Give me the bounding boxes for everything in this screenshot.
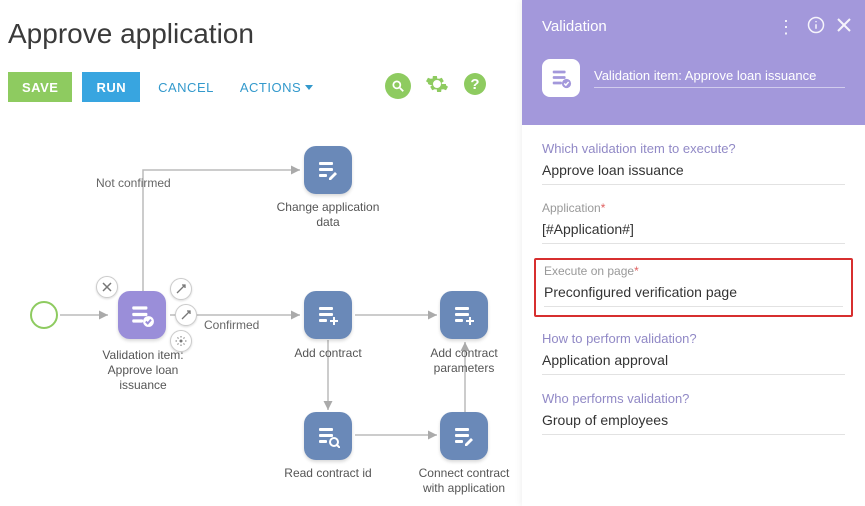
field-application[interactable]: Application* [#Application#] [542, 201, 845, 244]
node-connect-contract-label: Connect contract with application [409, 466, 519, 496]
field-who-performs[interactable]: Who performs validation? Group of employ… [542, 391, 845, 435]
help-icon[interactable]: ? [463, 72, 487, 99]
node-connect-contract[interactable] [440, 412, 488, 460]
node-change-app-label: Change application data [273, 200, 383, 230]
field-label: Execute on page* [544, 264, 843, 278]
search-icon[interactable] [385, 73, 411, 99]
field-execute-page-highlight: Execute on page* Preconfigured verificat… [534, 258, 853, 317]
connector-handle-2[interactable] [175, 304, 197, 326]
node-add-params-label: Add contract parameters [409, 346, 519, 376]
node-read-contract[interactable] [304, 412, 352, 460]
field-label: Which validation item to execute? [542, 141, 845, 156]
info-icon[interactable] [807, 16, 825, 37]
field-value[interactable]: Approve loan issuance [542, 158, 845, 185]
process-canvas[interactable]: Validation item: Approve loan issuance N… [0, 120, 522, 506]
save-button[interactable]: SAVE [8, 72, 72, 102]
panel-body: Which validation item to execute? Approv… [522, 125, 865, 506]
close-icon[interactable] [837, 18, 851, 35]
field-label: Who performs validation? [542, 391, 845, 406]
delete-handle[interactable] [96, 276, 118, 298]
svg-text:?: ? [470, 76, 479, 93]
page-title: Approve application [8, 18, 254, 50]
field-how-perform[interactable]: How to perform validation? Application a… [542, 331, 845, 375]
field-label: Application* [542, 201, 845, 215]
node-add-contract[interactable] [304, 291, 352, 339]
edge-label-not-confirmed: Not confirmed [96, 176, 171, 190]
field-value[interactable]: Application approval [542, 348, 845, 375]
panel-header: Validation ⋮ Validation item: Approve lo… [522, 0, 865, 125]
node-validation[interactable] [118, 291, 166, 339]
start-event[interactable] [30, 301, 58, 329]
more-icon[interactable]: ⋮ [777, 22, 795, 32]
field-which-item[interactable]: Which validation item to execute? Approv… [542, 141, 845, 185]
field-execute-page[interactable]: Execute on page* Preconfigured verificat… [544, 264, 843, 307]
field-label: How to perform validation? [542, 331, 845, 346]
node-validation-label: Validation item: Approve loan issuance [88, 348, 198, 393]
field-value[interactable]: [#Application#] [542, 217, 845, 244]
actions-dropdown[interactable]: ACTIONS [232, 72, 321, 102]
actions-label: ACTIONS [240, 80, 301, 95]
node-add-params[interactable] [440, 291, 488, 339]
toolbar: SAVE RUN CANCEL ACTIONS [8, 72, 321, 102]
cancel-button[interactable]: CANCEL [150, 72, 222, 102]
panel-element-icon [542, 59, 580, 97]
connector-handle[interactable] [170, 278, 192, 300]
field-value[interactable]: Preconfigured verification page [544, 280, 843, 307]
toolbar-icons: ? [385, 72, 487, 99]
panel-subtitle[interactable]: Validation item: Approve loan issuance [594, 68, 845, 83]
caret-down-icon [305, 85, 313, 90]
settings-handle[interactable] [170, 330, 192, 352]
edge-label-confirmed: Confirmed [204, 318, 259, 332]
node-change-app[interactable] [304, 146, 352, 194]
run-button[interactable]: RUN [82, 72, 140, 102]
gear-icon[interactable] [425, 72, 449, 99]
node-add-contract-label: Add contract [273, 346, 383, 361]
node-read-contract-label: Read contract id [273, 466, 383, 481]
field-value[interactable]: Group of employees [542, 408, 845, 435]
properties-panel: Validation ⋮ Validation item: Approve lo… [522, 0, 865, 506]
